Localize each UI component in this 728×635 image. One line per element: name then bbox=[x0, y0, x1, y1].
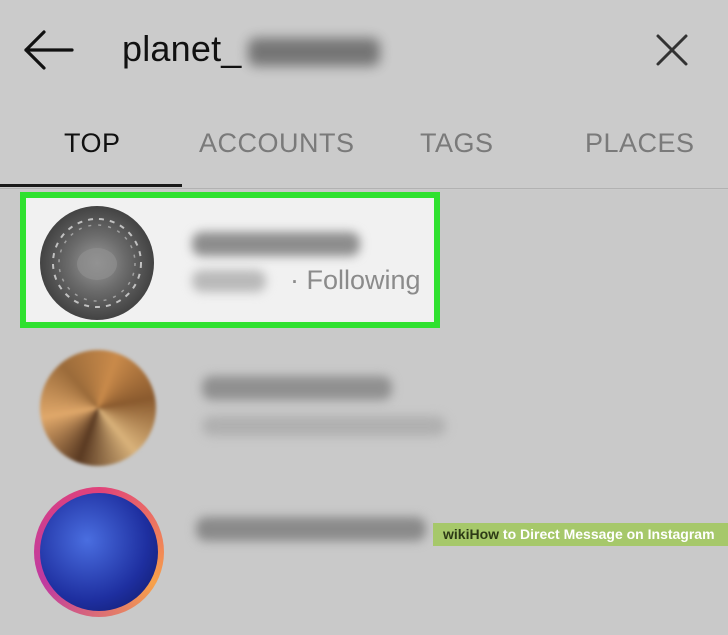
tab-places[interactable]: PLACES bbox=[585, 128, 695, 159]
watermark-how: How bbox=[469, 526, 500, 542]
watermark-brand: wiki bbox=[443, 526, 470, 542]
tab-accounts[interactable]: ACCOUNTS bbox=[199, 128, 355, 159]
watermark-title: to Direct Message on Instagram bbox=[499, 526, 715, 542]
close-icon bbox=[656, 34, 688, 66]
search-header: planet_ bbox=[0, 0, 728, 100]
avatar bbox=[34, 487, 164, 617]
arrow-left-icon bbox=[24, 30, 74, 70]
tab-divider bbox=[0, 188, 728, 189]
list-item[interactable] bbox=[0, 485, 728, 635]
list-item[interactable] bbox=[0, 340, 728, 490]
avatar-image bbox=[40, 493, 158, 611]
fullname-blurred bbox=[202, 416, 446, 436]
username-blurred bbox=[202, 376, 392, 400]
username-blurred bbox=[192, 232, 360, 256]
watermark-banner: wikiHow to Direct Message on Instagram bbox=[433, 523, 728, 546]
blurred-search-text bbox=[248, 38, 380, 66]
fullname-blurred bbox=[192, 270, 266, 292]
back-button[interactable] bbox=[22, 30, 74, 70]
search-tabs: TOP ACCOUNTS TAGS PLACES bbox=[0, 100, 728, 190]
avatar bbox=[40, 350, 156, 466]
avatar bbox=[40, 206, 154, 320]
wreath-icon bbox=[52, 218, 142, 308]
tab-top[interactable]: TOP bbox=[64, 128, 121, 159]
search-input[interactable]: planet_ bbox=[122, 28, 242, 70]
active-tab-indicator bbox=[0, 184, 182, 187]
username-blurred bbox=[196, 517, 426, 541]
following-status: · Following bbox=[290, 265, 421, 295]
clear-search-button[interactable] bbox=[654, 32, 690, 68]
tab-tags[interactable]: TAGS bbox=[420, 128, 494, 159]
